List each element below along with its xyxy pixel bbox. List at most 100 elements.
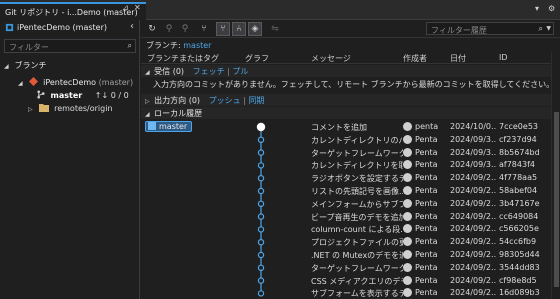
column-branch-tag[interactable]: ブランチまたはタグ <box>147 53 219 64</box>
commit-row[interactable]: メインフォームからサブフォー... Penta 2024/09/2...3b4716… <box>141 198 551 210</box>
fetch-link[interactable]: フェッチ <box>193 67 225 76</box>
pin-commit-icon[interactable]: ⚲ <box>163 23 175 35</box>
collapse-triangle-icon: ◢ <box>145 111 150 118</box>
commit-row[interactable]: ラジオボタンを設定するデ... Penta 2024/09/2...4f778aa5 <box>141 172 551 184</box>
column-author[interactable]: 作成者 <box>403 53 427 64</box>
branch-prefix: ブランチ: <box>146 41 181 50</box>
commit-id: 54cc6fb9 <box>499 237 537 247</box>
commit-date: 2024/09/2... <box>450 211 496 221</box>
tree-item-master[interactable]: master ↑↓ 0 / 0 <box>36 90 129 103</box>
expand-triangle-icon: ▷ <box>28 106 33 113</box>
commit-row[interactable]: CSS メディアクエリのデモを... Penta 2024/09/2...cf98e… <box>141 275 551 287</box>
commit-message: カレントディレクトリを取得... <box>311 161 403 171</box>
branch-badge-label: master <box>159 122 188 131</box>
avatar-icon <box>403 262 412 272</box>
commit-row[interactable]: column-count による段... Penta 2024/09/2... c56… <box>141 223 551 235</box>
commit-row[interactable]: プロジェクトファイルの更新 Penta 2024/09/2...54cc6fb9 <box>141 236 551 248</box>
commit-row[interactable]: リストの先頭記号を画像... Penta 2024/09/2... 58abef04 <box>141 185 551 197</box>
commit-id: cf237d94 <box>499 134 537 144</box>
commit-author: Penta <box>415 198 438 208</box>
commit-id: 4f778aa5 <box>499 173 538 183</box>
column-date[interactable]: 日付 <box>450 53 466 64</box>
commit-date: 2024/09/2... <box>450 250 496 259</box>
branch-badge-master[interactable]: master <box>145 121 193 132</box>
avatar-icon <box>403 147 412 157</box>
gear-icon[interactable]: ⚙ <box>548 4 555 13</box>
column-id[interactable]: ID <box>499 53 508 62</box>
commit-author: Penta <box>415 160 438 170</box>
repository-icon <box>5 23 14 32</box>
repo-node-suffix: (master) <box>98 78 134 87</box>
commit-message: column-count による段... <box>311 225 403 235</box>
incoming-label: 受信 (0) <box>154 67 185 76</box>
avatar-icon <box>403 134 412 144</box>
expand-triangle-icon: ▷ <box>145 98 150 105</box>
close-icon[interactable]: ✕ <box>134 3 141 12</box>
outgoing-section[interactable]: ▷ 出力方向 (0) プッシュ | 同期 <box>141 94 551 106</box>
vertical-scrollbar[interactable] <box>551 52 560 299</box>
commit-date: 2024/09/2... <box>450 237 496 247</box>
pull-link[interactable]: プル <box>232 67 248 76</box>
commit-id: cf98e8d5 <box>499 275 537 285</box>
scrollbar-thumb[interactable] <box>554 112 559 287</box>
avatar-icon <box>403 288 412 298</box>
branch-graph-icon[interactable]: ⑂ <box>198 23 210 35</box>
dropdown-arrow-icon[interactable]: ▼ <box>546 25 551 32</box>
commit-row[interactable]: サブフォームを表示するデモ... Penta 2024/09/2...16d089b… <box>141 287 551 299</box>
incoming-section-label: ◢ 受信 (0) フェッチ | プル <box>145 66 248 77</box>
current-branch-name[interactable]: master <box>183 41 211 50</box>
title-bar: Git リポジトリ - i...Demo (master) ⊿ ✕ ▾ ⚙ <box>0 0 560 20</box>
commit-row[interactable]: カレントディレクトリを取得... Penta 2024/09/3...af7843f… <box>141 159 551 171</box>
column-message[interactable]: メッセージ <box>311 53 351 64</box>
commit-author: Penta <box>415 211 438 221</box>
folder-icon <box>38 104 49 112</box>
back-chevron-icon[interactable]: ‹ <box>130 21 134 32</box>
commit-author: Penta <box>415 275 438 285</box>
commit-author: Penta <box>415 288 438 298</box>
commit-date: 2024/09/3... <box>450 134 496 144</box>
remotes-label: remotes/origin <box>54 104 113 113</box>
master-label: master <box>50 91 83 100</box>
commit-message: ターゲットフレームワークの... <box>311 263 403 273</box>
incoming-section[interactable]: ◢ 受信 (0) フェッチ | プル <box>141 65 551 77</box>
push-link[interactable]: プッシュ <box>209 96 241 105</box>
avatar-icon <box>403 237 412 247</box>
commit-row[interactable]: カレントディレクトリのパス... Penta 2024/09/3...cf237d9… <box>141 134 551 146</box>
column-graph[interactable]: グラフ <box>245 53 269 64</box>
tag-icon[interactable]: ◈ <box>248 22 262 36</box>
branch-filter-input[interactable]: フィルター ⌕ <box>4 39 136 53</box>
avatar-icon <box>403 250 412 259</box>
sync-link[interactable]: 同期 <box>248 96 264 105</box>
commit-row[interactable]: ビープ音再生のデモを追加... Penta 2024/09/2...cc649084 <box>141 211 551 223</box>
commit-id: 98305d44 <box>499 250 540 259</box>
commit-row[interactable]: master コメントを追加 penta 2024/10/0... 7cce0e53 <box>141 121 551 133</box>
history-toolbar: ↻ ⚲ ⚲ ⑂ ⑂ ⑃ ◈ ⇋ フィルター履歴 ⌕ ▼ <box>141 20 560 38</box>
tree-item-repository[interactable]: ◢ iPentecDemo (master) <box>18 77 133 90</box>
avatar-icon <box>403 160 412 170</box>
commit-date: 2024/09/2... <box>450 275 496 285</box>
refresh-icon[interactable]: ↻ <box>146 23 158 35</box>
local-history-label: ローカル履歴 <box>154 109 203 118</box>
commit-author: penta <box>415 122 439 131</box>
history-pane: ↻ ⚲ ⚲ ⑂ ⑂ ⑃ ◈ ⇋ フィルター履歴 ⌕ ▼ ブランチ: master… <box>141 20 560 299</box>
avatar-icon <box>403 198 412 208</box>
branches-header[interactable]: ◢ ブランチ <box>4 60 47 73</box>
history-filter-input[interactable]: フィルター履歴 ⌕ ▼ <box>426 22 554 35</box>
column-header: ブランチまたはタグ グラフ メッセージ 作成者 日付 ID <box>141 52 551 64</box>
collapse-triangle-icon: ◢ <box>4 63 9 70</box>
search-commit-icon[interactable]: ⚲ <box>179 23 191 35</box>
commit-row[interactable]: ターゲットフレームワークの... Penta 2024/09/3...8b5674b… <box>141 147 551 159</box>
local-history-section[interactable]: ◢ ローカル履歴 <box>141 107 551 119</box>
pin-icon[interactable]: ⊿ <box>122 3 129 12</box>
commit-message: ターゲットフレームワークの... <box>311 148 403 158</box>
remote-icon[interactable]: ⇋ <box>269 23 281 35</box>
dropdown-icon[interactable]: ▾ <box>535 4 539 13</box>
tree-item-remotes[interactable]: ▷ remotes/origin <box>28 103 113 116</box>
first-parent-icon[interactable]: ⑂ <box>216 22 230 36</box>
commit-row[interactable]: ターゲットフレームワークの... Penta 2024/09/2...3544dd8… <box>141 262 551 274</box>
all-branches-icon[interactable]: ⑃ <box>232 22 246 36</box>
avatar-icon <box>403 224 412 234</box>
commit-row[interactable]: .NET の Mutexのデモを追... Penta 2024/09/2...983… <box>141 249 551 261</box>
commit-id: 16d089b3 <box>499 288 540 298</box>
commit-date: 2024/09/2... <box>450 198 496 208</box>
